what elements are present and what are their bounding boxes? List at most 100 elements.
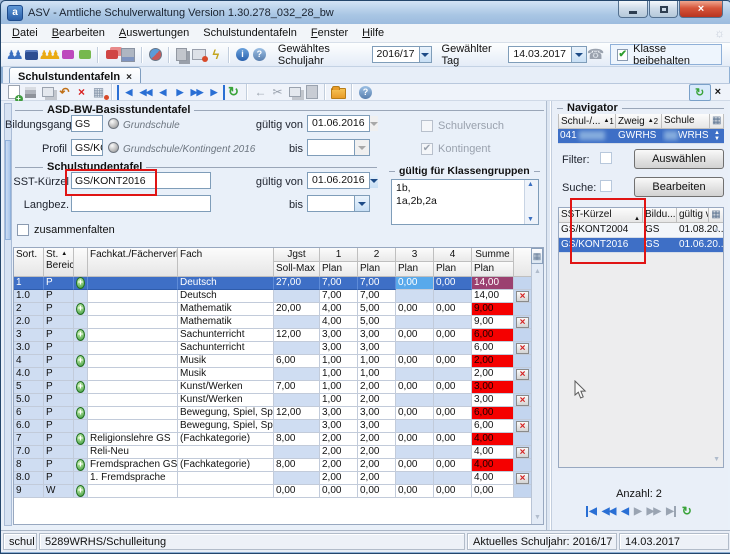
paste-button[interactable] — [303, 85, 320, 100]
sst-col2-header[interactable]: Bildu... — [643, 208, 677, 223]
cell-soll-max[interactable] — [274, 290, 320, 303]
cell-fach[interactable]: Bewegung, Spiel, Sport — [178, 407, 274, 420]
cell-summe[interactable]: 4,00 — [472, 446, 514, 459]
help-icon[interactable]: ? — [251, 46, 268, 64]
scroll-down-icon[interactable]: ▼ — [713, 456, 720, 463]
delete-row-button[interactable]: × — [516, 291, 529, 302]
cell-plan-4[interactable]: 0,00 — [434, 355, 472, 368]
edit-table-button[interactable]: ▦ — [90, 85, 107, 100]
cell-fachkat[interactable] — [88, 394, 178, 407]
open-folder-button[interactable] — [330, 85, 347, 100]
scroll-up-icon[interactable]: ▲ — [534, 268, 541, 275]
cell-delete[interactable] — [514, 433, 532, 446]
cell-sort[interactable]: 5 — [14, 381, 44, 394]
cell-sort[interactable]: 3.0 — [14, 342, 44, 355]
cell-fach[interactable]: Musik — [178, 355, 274, 368]
scroll-down-icon[interactable]: ▼ — [534, 514, 541, 521]
delete-record-button[interactable]: × — [73, 85, 90, 100]
add-icon[interactable]: + — [76, 485, 85, 497]
cell-delete[interactable]: × — [514, 290, 532, 303]
cell-fachkat[interactable] — [88, 485, 178, 498]
cell-fachkat[interactable] — [88, 355, 178, 368]
cell-fach[interactable]: Kunst/Werken — [178, 381, 274, 394]
cell-plan-3[interactable] — [396, 446, 434, 459]
delete-row-button[interactable]: × — [516, 473, 529, 484]
menu-item-hilfe[interactable]: Hilfe — [355, 25, 391, 41]
cell-plan-3[interactable]: 0,00 — [396, 459, 434, 472]
cell-sort[interactable]: 7.0 — [14, 446, 44, 459]
cell-bereich[interactable]: P — [44, 407, 74, 420]
cell-bereich[interactable]: P — [44, 303, 74, 316]
teachers-module-icon[interactable]: ♟♟♟ — [40, 46, 59, 64]
cell-summe[interactable]: 6,00 — [472, 407, 514, 420]
header-fach[interactable]: Fach — [178, 248, 274, 277]
cell-bereich[interactable]: P — [44, 355, 74, 368]
table-scrollbar[interactable]: ▲ ▼ — [531, 248, 543, 524]
cell-soll-max[interactable] — [274, 446, 320, 459]
cell-plan-2[interactable]: 2,00 — [358, 459, 396, 472]
cell-delete[interactable] — [514, 329, 532, 342]
cell-fachkat[interactable]: Religionslehre GS — [88, 433, 178, 446]
cell-plan-4[interactable]: 0,00 — [434, 407, 472, 420]
cell-plan-1[interactable]: 4,00 — [320, 303, 358, 316]
chevron-down-icon[interactable] — [419, 47, 431, 62]
minimize-button[interactable] — [618, 1, 648, 18]
cell-fach[interactable]: Deutsch — [178, 290, 274, 303]
cell-fachkat[interactable] — [88, 316, 178, 329]
menu-item-fenster[interactable]: Fenster — [304, 25, 355, 41]
cell-soll-max[interactable]: 12,00 — [274, 407, 320, 420]
cell-plan-3[interactable] — [396, 316, 434, 329]
phone-icon[interactable]: ☎ — [587, 46, 604, 63]
cell-icon[interactable] — [74, 394, 88, 407]
cell-plan-1[interactable]: 2,00 — [320, 459, 358, 472]
prev-fast-button[interactable]: ◀◀ — [602, 506, 615, 517]
add-icon[interactable]: + — [76, 277, 85, 289]
cell-sort[interactable]: 2.0 — [14, 316, 44, 329]
row-spinner[interactable]: ▲▼ — [710, 129, 724, 144]
cell-fach[interactable]: Mathematik — [178, 303, 274, 316]
students-module-icon[interactable]: ♟♟ — [6, 46, 24, 64]
cell-summe[interactable]: 4,00 — [472, 459, 514, 472]
profil-field[interactable]: GS/KO — [71, 139, 103, 156]
menu-item-bearbeiten[interactable]: Bearbeiten — [45, 25, 112, 41]
cell-plan-4[interactable] — [434, 472, 472, 485]
cell-summe[interactable]: 2,00 — [472, 368, 514, 381]
menu-item-schulstundentafeln[interactable]: Schulstundentafeln — [196, 25, 304, 41]
cell-plan-4[interactable] — [434, 420, 472, 433]
sst-col3-header[interactable]: gültig v... — [677, 208, 709, 223]
speech-bubble-magenta-icon[interactable] — [59, 46, 76, 64]
cell-sort[interactable]: 6.0 — [14, 420, 44, 433]
prev-button[interactable]: ◀ — [621, 506, 628, 517]
chevron-down-icon[interactable] — [571, 47, 586, 62]
next-fast-button[interactable]: ▶▶ — [188, 85, 205, 100]
cell-plan-4[interactable] — [434, 290, 472, 303]
klasse-beibehalten-checkbox[interactable]: ✔ — [617, 49, 628, 61]
delete-row-button[interactable]: × — [516, 421, 529, 432]
schuljahr-select[interactable]: 2016/17 — [372, 46, 432, 63]
next-fast-button[interactable]: ▶▶ — [647, 506, 660, 517]
chevron-down-icon[interactable] — [354, 196, 369, 211]
cell-summe[interactable]: 14,00 — [472, 290, 514, 303]
school-col1-header[interactable]: Schul-/...▲1 — [558, 114, 616, 129]
cell-fachkat[interactable]: Reli-Neu — [88, 446, 178, 459]
auswaehlen-button[interactable]: Auswählen — [634, 149, 724, 169]
cell-fach[interactable]: Deutsch — [178, 277, 274, 290]
header-jgst-1[interactable]: 1Plan — [320, 248, 358, 277]
cell-delete[interactable]: × — [514, 368, 532, 381]
cell-plan-4[interactable] — [434, 342, 472, 355]
delete-row-button[interactable]: × — [516, 395, 529, 406]
cell-fach[interactable] — [178, 446, 274, 459]
cell-plan-4[interactable] — [434, 394, 472, 407]
cell-plan-4[interactable]: 0,00 — [434, 485, 472, 498]
cell-fach[interactable]: Sachunterricht — [178, 329, 274, 342]
info-icon[interactable]: i — [234, 46, 251, 64]
cell-plan-4[interactable]: 0,00 — [434, 433, 472, 446]
next-record-button[interactable]: ▶ — [171, 85, 188, 100]
header-fachkat[interactable]: Fachkat./Fächerverb. — [88, 248, 178, 277]
cell-bereich[interactable]: P — [44, 472, 74, 485]
cell-delete[interactable]: × — [514, 394, 532, 407]
cell-icon[interactable] — [74, 290, 88, 303]
tab-close-icon[interactable]: × — [126, 72, 132, 83]
close-button[interactable]: × — [679, 1, 723, 18]
title-bar[interactable]: a ASV - Amtliche Schulverwaltung Version… — [1, 1, 730, 24]
